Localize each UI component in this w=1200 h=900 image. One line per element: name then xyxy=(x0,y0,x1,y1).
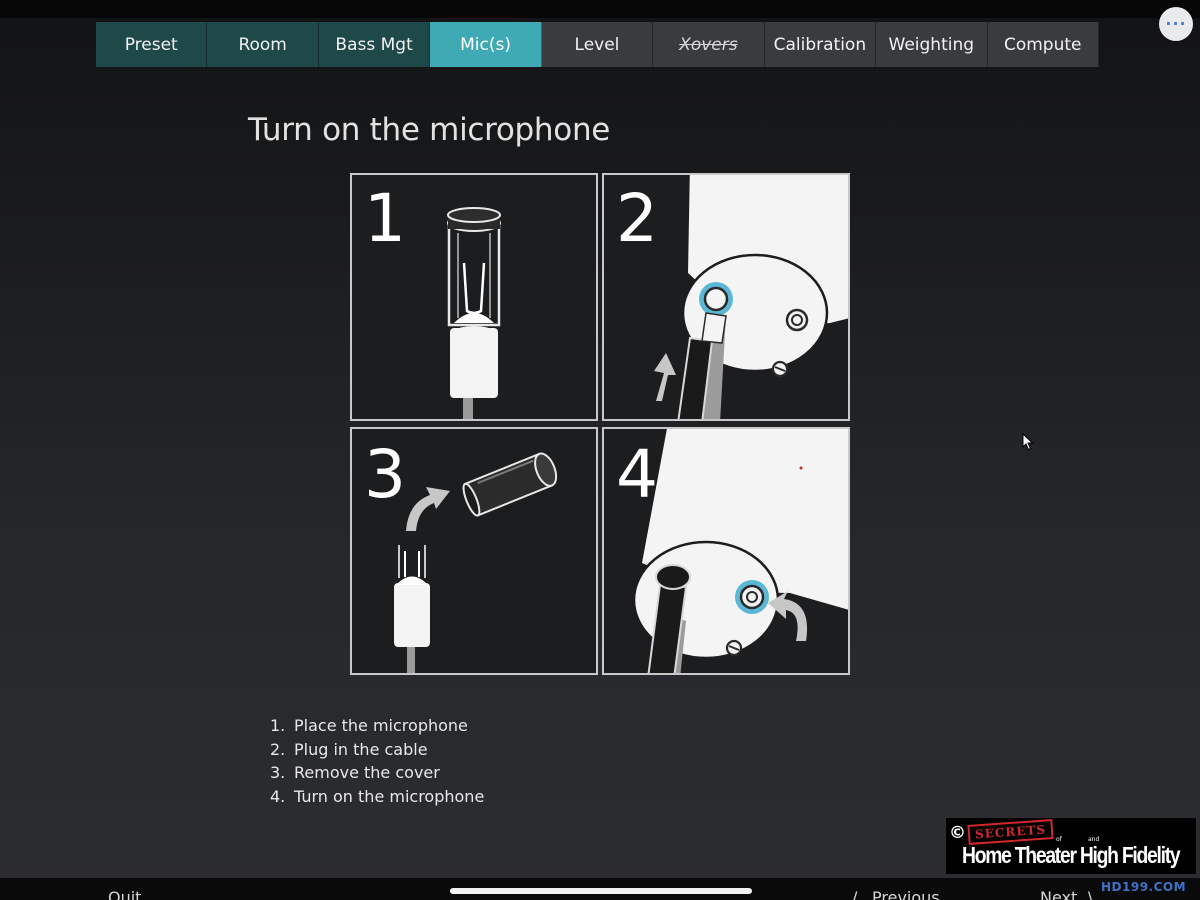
step-panel-1: 1 xyxy=(350,173,598,421)
tab-label: Bass Mgt xyxy=(335,34,413,55)
ellipsis-icon: ··· xyxy=(1165,14,1187,33)
watermark-logo: © SECRETS of and Home Theater High Fidel… xyxy=(946,818,1196,874)
step-number-1: 1 xyxy=(364,180,406,257)
previous-button[interactable]: Previous xyxy=(872,888,940,900)
tab-label: Level xyxy=(574,34,620,55)
list-item: 2. Plug in the cable xyxy=(270,739,428,759)
next-button[interactable]: Next xyxy=(1040,888,1077,900)
more-options-button[interactable]: ··· xyxy=(1159,7,1193,41)
tab-label: Weighting xyxy=(888,34,975,55)
tab-mics[interactable]: Mic(s) xyxy=(430,22,542,67)
tab-label: Room xyxy=(238,34,287,55)
tab-preset[interactable]: Preset xyxy=(96,22,208,67)
tab-label: Xovers xyxy=(679,34,738,55)
list-item: 3. Remove the cover xyxy=(270,763,440,782)
tab-level[interactable]: Level xyxy=(541,22,654,67)
tab-bass-mgt[interactable]: Bass Mgt xyxy=(318,22,431,67)
home-indicator xyxy=(450,888,752,894)
step-number-3: 3 xyxy=(364,436,406,513)
tab-xovers: Xovers xyxy=(653,22,765,67)
mouse-pointer-icon xyxy=(1022,432,1034,455)
page-title: Turn on the microphone xyxy=(248,112,611,148)
chevron-right-icon: \ xyxy=(1088,888,1094,900)
watermark-url: HD199.COM xyxy=(1101,880,1187,894)
tab-label: Preset xyxy=(124,34,178,55)
step-number-4: 4 xyxy=(616,436,658,513)
wizard-tab-bar: Preset Room Bass Mgt Mic(s) Level Xovers… xyxy=(96,22,1099,67)
steps-illustration: 1 2 3 4 xyxy=(350,173,850,675)
chevron-left-icon: / xyxy=(852,888,858,900)
step-panel-2: 2 xyxy=(602,173,850,421)
instruction-steps: 1. Place the microphone 2. Plug in the cab… xyxy=(270,714,484,808)
quit-button[interactable]: Quit xyxy=(108,888,141,900)
status-strip xyxy=(0,0,1200,18)
tab-weighting[interactable]: Weighting xyxy=(876,22,988,67)
tab-label: Mic(s) xyxy=(460,34,511,55)
step-number-2: 2 xyxy=(616,180,658,257)
tab-room[interactable]: Room xyxy=(207,22,319,67)
list-item: 4. Turn on the microphone xyxy=(270,786,485,806)
list-item: 1. Place the microphone xyxy=(270,716,468,735)
tab-label: Calibration xyxy=(773,34,867,55)
step-panel-3: 3 xyxy=(350,427,598,675)
copyright-icon: © xyxy=(949,823,966,843)
tab-compute[interactable]: Compute xyxy=(987,22,1099,67)
step-panel-4: 4 xyxy=(602,427,850,675)
tab-calibration[interactable]: Calibration xyxy=(764,22,877,67)
tab-label: Compute xyxy=(1003,34,1082,55)
watermark-title: Home Theater High Fidelity xyxy=(962,842,1181,868)
